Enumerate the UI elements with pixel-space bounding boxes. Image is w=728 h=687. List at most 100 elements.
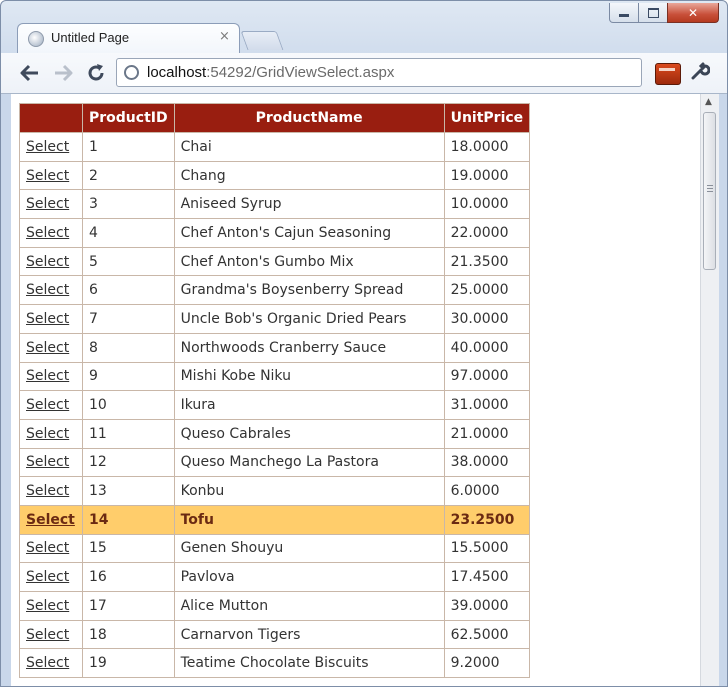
table-row: Select 10 Ikura 31.0000: [19, 390, 531, 420]
close-window-button[interactable]: ✕: [667, 3, 719, 23]
select-link[interactable]: Select: [26, 368, 69, 384]
select-cell: Select: [19, 390, 83, 420]
product-name-cell: Queso Manchego La Pastora: [173, 447, 445, 478]
unit-price-cell: 30.0000: [443, 304, 531, 334]
select-cell: Select: [19, 476, 83, 506]
select-link[interactable]: Select: [26, 225, 69, 241]
select-link[interactable]: Select: [26, 311, 69, 327]
unit-price-cell: 19.0000: [443, 160, 531, 191]
product-id-cell: 4: [82, 218, 175, 248]
product-id-cell: 18: [82, 619, 175, 650]
product-name-cell: Uncle Bob's Organic Dried Pears: [173, 304, 445, 334]
arrow-left-icon: [20, 64, 38, 82]
page-content: ProductID ProductName UnitPrice Select 1 C…: [11, 94, 700, 686]
product-name-cell: Chang: [173, 160, 445, 191]
select-link[interactable]: Select: [26, 397, 69, 413]
table-row: Select 5 Chef Anton's Gumbo Mix 21.3500: [19, 246, 531, 277]
unit-price-cell: 39.0000: [443, 591, 531, 621]
product-name-cell: Chef Anton's Cajun Seasoning: [173, 218, 445, 248]
select-cell: Select: [19, 361, 83, 392]
tab-close-icon[interactable]: ×: [219, 29, 230, 44]
unit-price-cell: 17.4500: [443, 562, 531, 592]
select-link[interactable]: Select: [26, 569, 69, 585]
unit-price-cell: 40.0000: [443, 332, 531, 363]
globe-icon: [124, 65, 139, 80]
address-bar[interactable]: localhost:54292/GridViewSelect.aspx: [116, 58, 642, 87]
product-id-cell: 15: [82, 533, 175, 564]
select-cell: Select: [19, 648, 83, 679]
product-id-cell: 16: [82, 562, 175, 592]
scroll-up-icon[interactable]: ▲: [705, 97, 712, 107]
new-tab-button[interactable]: [240, 31, 284, 50]
unit-price-cell: 31.0000: [443, 390, 531, 420]
product-id-cell: 17: [82, 591, 175, 621]
select-link[interactable]: Select: [26, 168, 69, 184]
table-row: Select 9 Mishi Kobe Niku 97.0000: [19, 361, 531, 392]
back-button[interactable]: [18, 61, 42, 85]
product-name-cell: Mishi Kobe Niku: [173, 361, 445, 392]
table-row: Select 8 Northwoods Cranberry Sauce 40.0000: [19, 332, 531, 363]
scrollbar-thumb[interactable]: [703, 112, 716, 270]
select-link[interactable]: Select: [26, 655, 69, 671]
select-link[interactable]: Select: [26, 627, 69, 643]
product-id-cell: 9: [82, 361, 175, 392]
vertical-scrollbar[interactable]: ▲: [700, 94, 719, 686]
forward-button[interactable]: [51, 61, 75, 85]
unit-price-cell: 22.0000: [443, 218, 531, 248]
product-name-cell: Chef Anton's Gumbo Mix: [173, 246, 445, 277]
select-link[interactable]: Select: [26, 454, 69, 470]
table-row: Select 3 Aniseed Syrup 10.0000: [19, 189, 531, 220]
product-name-cell: Aniseed Syrup: [173, 189, 445, 220]
unit-price-cell: 38.0000: [443, 447, 531, 478]
table-row: Select 7 Uncle Bob's Organic Dried Pears 30…: [19, 304, 531, 334]
product-name-cell: Carnarvon Tigers: [173, 619, 445, 650]
product-name-cell: Genen Shouyu: [173, 533, 445, 564]
select-link[interactable]: Select: [26, 254, 69, 270]
tab-untitled-page[interactable]: Untitled Page ×: [17, 23, 240, 53]
minimize-button[interactable]: [609, 3, 639, 23]
globe-icon: [28, 31, 44, 47]
select-link[interactable]: Select: [26, 196, 69, 212]
product-name-cell: Queso Cabrales: [173, 418, 445, 449]
url-text[interactable]: localhost:54292/GridViewSelect.aspx: [147, 64, 394, 81]
select-link[interactable]: Select: [26, 540, 69, 556]
column-header-productname: ProductName: [173, 103, 445, 133]
maximize-button[interactable]: [638, 3, 668, 23]
unit-price-cell: 9.2000: [443, 648, 531, 679]
select-cell: Select: [19, 591, 83, 621]
url-host: localhost: [147, 64, 207, 81]
table-row: Select 11 Queso Cabrales 21.0000: [19, 418, 531, 449]
column-header-select: [19, 103, 83, 133]
tab-title: Untitled Page: [51, 30, 130, 45]
product-id-cell: 10: [82, 390, 175, 420]
unit-price-cell: 21.0000: [443, 418, 531, 449]
aspx-extension-icon[interactable]: [655, 63, 681, 85]
product-name-cell: Teatime Chocolate Biscuits: [173, 648, 445, 679]
select-cell: Select: [19, 160, 83, 191]
table-row: Select 13 Konbu 6.0000: [19, 476, 531, 506]
product-name-cell: Tofu: [173, 504, 445, 535]
product-id-cell: 11: [82, 418, 175, 449]
select-link[interactable]: Select: [26, 340, 69, 356]
select-link[interactable]: Select: [26, 426, 69, 442]
unit-price-cell: 6.0000: [443, 476, 531, 506]
products-grid: ProductID ProductName UnitPrice Select 1 C…: [19, 103, 531, 679]
select-link[interactable]: Select: [26, 598, 69, 614]
product-id-cell: 2: [82, 160, 175, 191]
wrench-icon[interactable]: [690, 61, 711, 86]
table-row: Select 4 Chef Anton's Cajun Seasoning 22.00…: [19, 218, 531, 248]
select-link[interactable]: Select: [26, 282, 69, 298]
table-row: Select 19 Teatime Chocolate Biscuits 9.2000: [19, 648, 531, 679]
table-row: Select 18 Carnarvon Tigers 62.5000: [19, 619, 531, 650]
select-link[interactable]: Select: [26, 483, 69, 499]
product-id-cell: 13: [82, 476, 175, 506]
table-row: Select 1 Chai 18.0000: [19, 132, 531, 162]
product-id-cell: 7: [82, 304, 175, 334]
select-link[interactable]: Select: [26, 512, 75, 528]
select-link[interactable]: Select: [26, 139, 69, 155]
unit-price-cell: 23.2500: [443, 504, 531, 535]
browser-toolbar: localhost:54292/GridViewSelect.aspx: [1, 53, 727, 94]
select-cell: Select: [19, 132, 83, 162]
unit-price-cell: 21.3500: [443, 246, 531, 277]
reload-button[interactable]: [84, 61, 108, 85]
